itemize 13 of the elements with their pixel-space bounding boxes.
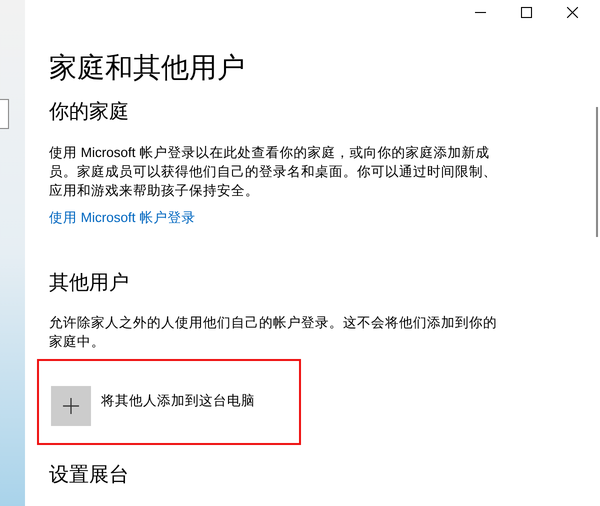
maximize-icon	[520, 6, 532, 18]
section-heading: 你的家庭	[49, 100, 130, 125]
section-heading: 设置展台	[49, 463, 130, 488]
section-heading: 其他用户	[49, 271, 130, 296]
close-icon	[566, 6, 578, 18]
other-users-description: 允许除家人之外的人使用他们自己的帐户登录。这不会将他们添加到你的家庭中。	[49, 314, 498, 351]
scrollbar-thumb[interactable]	[596, 107, 598, 237]
microsoft-account-link[interactable]: 使用 Microsoft 帐户登录	[49, 208, 196, 227]
background-window-edge	[0, 99, 9, 129]
plus-icon	[63, 398, 79, 414]
family-description: 使用 Microsoft 帐户登录以在此处查看你的家庭，或向你的家庭添加新成员。家庭成员可以获得他们自己的登录名和桌面。你可以通过时间限制、应用和游戏来帮助孩子保持安全。	[49, 144, 498, 200]
page-title: 家庭和其他用户	[49, 51, 246, 85]
add-user-button[interactable]: 将其他人添加到这台电脑	[51, 386, 255, 426]
